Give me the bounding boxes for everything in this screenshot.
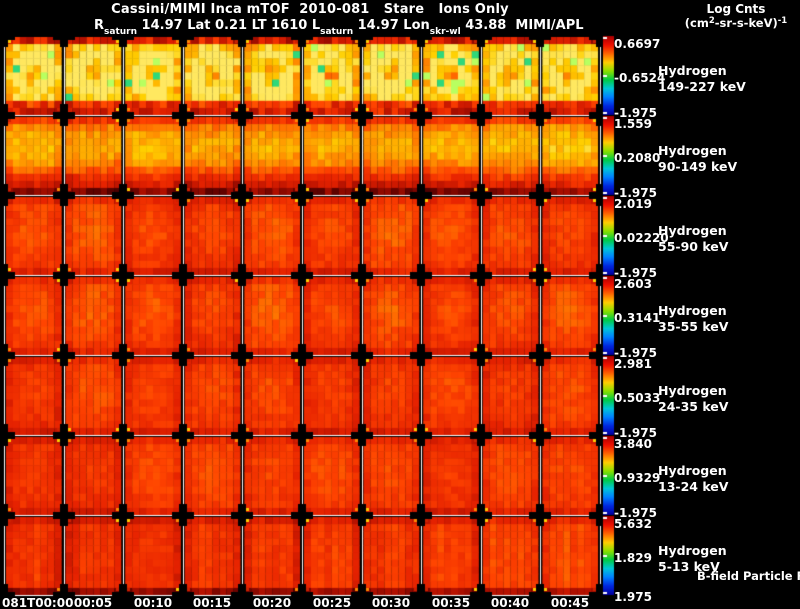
units-pre: (cm [684, 15, 709, 30]
colorbar-mid-value: 1.829 [614, 551, 652, 565]
colorbar-max-value: 0.6697 [614, 37, 661, 51]
species-label: Hydrogen [658, 543, 727, 558]
colorbar-units-title: Log Cnts (cm2-sr-s-keV)-1 [672, 3, 800, 29]
colorbar-max-value: 1.559 [614, 117, 652, 131]
energy-range-label: 55-90 keV [658, 239, 729, 254]
colorbar-mid-value: 0.3141 [614, 311, 661, 325]
colorbar-max-value: 2.981 [614, 357, 652, 371]
energy-range-label: 35-55 keV [658, 319, 729, 334]
time-tick-label: 00:30 [371, 596, 411, 609]
colorbar-max-value: 2.603 [614, 277, 652, 291]
energy-range-label: 24-35 keV [658, 399, 729, 414]
time-tick-label: 00:40 [490, 596, 530, 609]
units-line1: Log Cnts [706, 2, 766, 16]
page-title: Cassini/MIMI Inca mTOF 2010-081 Stare Io… [111, 2, 509, 17]
r-saturn-label: R [94, 18, 105, 33]
r-saturn-subscript: saturn [104, 27, 138, 37]
colorbar-max-value: 2.019 [614, 197, 652, 211]
bfield-particle-flow-note: B-field Particle Flow [697, 569, 800, 583]
energy-range-label: 149-227 keV [658, 79, 746, 94]
time-tick-label: 00:15 [192, 596, 232, 609]
units-line2: (cm2-sr-s-keV)-1 [672, 15, 800, 30]
colorbar-mid-value: 0.9329 [614, 471, 661, 485]
l-saturn-subscript: saturn [320, 27, 354, 37]
colorbar-mid-value: 0.2080 [614, 151, 661, 165]
lon-subscript: skr-wl [429, 27, 461, 37]
units-mid: -sr-s-keV) [714, 15, 778, 30]
time-tick-label: 00:35 [431, 596, 471, 609]
species-label: Hydrogen [658, 383, 727, 398]
time-tick-label: 00:25 [312, 596, 352, 609]
mimi-inca-spectrogram-viewer: Cassini/MIMI Inca mTOF 2010-081 Stare Io… [0, 0, 800, 609]
lon-readout: 14.97 Lon [353, 18, 430, 33]
time-tick-label: 00:05 [73, 596, 113, 609]
lon-value-and-credit: 43.88 MIMI/APL [460, 18, 584, 33]
time-tick-label: 00:20 [252, 596, 292, 609]
species-label: Hydrogen [658, 143, 727, 158]
colorbar-max-value: 3.840 [614, 437, 652, 451]
colorbar-max-value: 5.632 [614, 517, 652, 531]
time-tick-label: 00:10 [133, 596, 173, 609]
species-label: Hydrogen [658, 463, 727, 478]
energy-range-label: 13-24 keV [658, 479, 729, 494]
species-label: Hydrogen [658, 63, 727, 78]
lat-lt-l-readout: 14.97 Lat 0.21 LT 1610 L [137, 18, 321, 33]
species-label: Hydrogen [658, 303, 727, 318]
colorbar-mid-value: 0.5033 [614, 391, 661, 405]
colorbar-min-value: 1.975 [614, 590, 652, 604]
ephemeris-readout: Rsaturn 14.97 Lat 0.21 LT 1610 Lsaturn 1… [94, 19, 584, 37]
species-label: Hydrogen [658, 223, 727, 238]
energy-range-label: 90-149 keV [658, 159, 738, 174]
time-tick-label: 00:45 [550, 596, 590, 609]
units-sup-neg1: -1 [777, 15, 788, 26]
